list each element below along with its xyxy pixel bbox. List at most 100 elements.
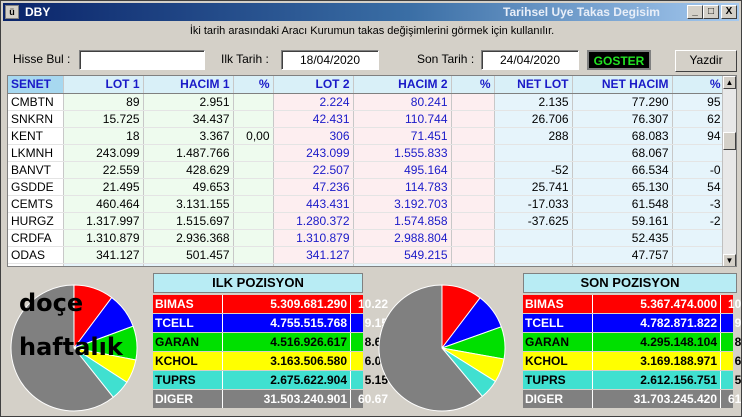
table-cell: HURGZ — [8, 212, 64, 230]
table-cell — [451, 212, 495, 230]
col-header[interactable]: % — [672, 76, 725, 94]
table-cell: 243.099 — [63, 144, 144, 162]
takas-grid[interactable]: SENET LOT 1 HACIM 1 % LOT 2 HACIM 2 % NE… — [7, 75, 737, 267]
table-cell: 54 — [672, 178, 725, 196]
table-row[interactable]: LKMNH 243.099 1.487.766 243.099 1.555.833 68.… — [8, 144, 725, 162]
title-bar[interactable]: ü DBY Tarihsel Uye Takas Degisim _ □ X — [3, 3, 739, 21]
table-cell: ODAS — [8, 246, 64, 264]
position-row: BIMAS 5.309.681.290 10.22 — [153, 295, 388, 313]
position-value: 4.516.926.617 — [223, 333, 351, 351]
position-row: KCHOL3.169.188.971 6.10 — [523, 352, 742, 370]
table-row[interactable]: HURGZ 1.317.997 1.515.697 1.280.372 1.574.85… — [8, 212, 725, 230]
position-row: DIGER31.703.245.420 61.04 — [523, 390, 742, 408]
table-cell: 1.515.697 — [143, 212, 234, 230]
table-cell: CRDFA — [8, 229, 64, 247]
table-cell: 1.310.879 — [273, 229, 354, 247]
col-header[interactable]: SENET — [8, 76, 64, 94]
scroll-down-icon[interactable]: ▼ — [723, 254, 736, 266]
close-button[interactable]: X — [721, 5, 737, 19]
col-header[interactable]: HACIM 1 — [143, 76, 234, 94]
position-row: TCELL4.782.871.822 9.21 — [523, 314, 742, 332]
table-cell: 62 — [672, 110, 725, 128]
table-cell: 34.437 — [143, 110, 234, 128]
col-header[interactable]: NET LOT — [494, 76, 573, 94]
table-row[interactable]: CMBTN 89 2.951 2.224 80.241 2.135 77.290 95 — [8, 93, 725, 111]
table-cell: 2.988.804 — [353, 229, 452, 247]
table-cell: 22.507 — [273, 161, 354, 179]
position-value: 4.782.871.822 — [593, 314, 721, 332]
table-cell: 1.574.858 — [353, 212, 452, 230]
table-cell: 65.130 — [572, 178, 673, 196]
table-cell: 549.215 — [353, 246, 452, 264]
table-row[interactable]: CRDFA 1.310.879 2.936.368 1.310.879 2.988.80… — [8, 229, 725, 247]
position-name: DIGER — [153, 390, 223, 408]
vertical-scrollbar[interactable]: ▲ ▼ — [722, 76, 736, 266]
table-cell — [233, 246, 274, 264]
position-row: GARAN 4.516.926.617 8.69 — [153, 333, 388, 351]
col-header[interactable]: HACIM 2 — [353, 76, 452, 94]
table-cell: 25.741 — [494, 178, 573, 196]
table-cell — [8, 263, 64, 266]
table-row[interactable]: KENT 18 3.367 0,00 306 71.451 288 68.083 94 — [8, 127, 725, 145]
table-row[interactable]: ODAS 341.127 501.457 341.127 549.215 47.757 — [8, 246, 725, 264]
table-cell: 100,00 — [451, 263, 495, 266]
table-cell — [494, 229, 573, 247]
table-cell: KENT — [8, 127, 64, 145]
table-cell — [451, 229, 495, 247]
ilk-tarih-label: Ilk Tarih : — [221, 52, 269, 66]
col-header[interactable]: LOT 1 — [63, 76, 144, 94]
col-header[interactable]: LOT 2 — [273, 76, 354, 94]
son-tarih-input[interactable]: 24/04/2020 — [481, 50, 579, 70]
minimize-button[interactable]: _ — [687, 5, 703, 19]
position-value: 31.503.240.901 — [223, 390, 351, 408]
position-value: 5.309.681.290 — [223, 295, 351, 313]
position-value: 2.612.156.751 — [593, 371, 721, 389]
yazdir-button[interactable]: Yazdir — [675, 50, 737, 72]
position-row: TCELL 4.755.515.768 9.15 — [153, 314, 388, 332]
table-row[interactable]: BANVT 22.559 428.629 22.507 495.164 -52 66.534… — [8, 161, 725, 179]
table-cell: 428.629 — [143, 161, 234, 179]
scroll-thumb[interactable] — [723, 132, 736, 150]
position-name: GARAN — [523, 333, 593, 351]
ilk-tarih-input[interactable]: 18/04/2020 — [281, 50, 379, 70]
scroll-up-icon[interactable]: ▲ — [723, 76, 736, 89]
main-window: ü DBY Tarihsel Uye Takas Degisim _ □ X İ… — [0, 0, 742, 417]
table-cell — [451, 161, 495, 179]
maximize-button[interactable]: □ — [703, 5, 719, 19]
hisse-search-input[interactable] — [79, 50, 205, 70]
table-cell: 288 — [494, 127, 573, 145]
table-cell: -17.033 — [494, 195, 573, 213]
col-header[interactable]: % — [233, 76, 274, 94]
table-cell: 0,00 — [233, 127, 274, 145]
table-cell: 341.127 — [63, 246, 144, 264]
position-name: KCHOL — [153, 352, 223, 370]
table-row[interactable]: GSDDE 21.495 49.653 47.236 114.783 25.741 65.1… — [8, 178, 725, 196]
takas-table: SENET LOT 1 HACIM 1 % LOT 2 HACIM 2 % NE… — [8, 76, 725, 266]
table-cell: 26.706 — [494, 110, 573, 128]
table-cell: 3.131.155 — [143, 195, 234, 213]
table-cell — [233, 161, 274, 179]
table-row[interactable]: CEMTS 460.464 3.131.155 443.431 3.192.703 -17… — [8, 195, 725, 213]
position-name: TUPRS — [523, 371, 593, 389]
table-cell — [672, 229, 725, 247]
ilk-pozisyon-title: ILK POZISYON — [153, 273, 363, 293]
table-cell: CEMTS — [8, 195, 64, 213]
table-cell: 76.307 — [572, 110, 673, 128]
goster-button[interactable]: GOSTER — [587, 50, 651, 70]
totals-row[interactable]: 5.778.236.47751.924.494.061100,005.733.4… — [8, 263, 725, 266]
table-row[interactable]: SNKRN 15.725 34.437 42.431 110.744 26.706 76.3… — [8, 110, 725, 128]
table-cell — [572, 263, 673, 266]
table-cell: 51.924.494.061 — [143, 263, 234, 266]
col-header[interactable]: NET HACIM — [572, 76, 673, 94]
table-cell — [672, 263, 725, 266]
position-name: GARAN — [153, 333, 223, 351]
position-value: 4.295.148.104 — [593, 333, 721, 351]
table-cell: 110.744 — [353, 110, 452, 128]
table-cell: 47.236 — [273, 178, 354, 196]
table-cell — [233, 144, 274, 162]
table-cell: 443.431 — [273, 195, 354, 213]
table-cell: 2.936.368 — [143, 229, 234, 247]
col-header[interactable]: % — [451, 76, 495, 94]
table-cell: -3 — [672, 195, 725, 213]
table-cell: 61.548 — [572, 195, 673, 213]
